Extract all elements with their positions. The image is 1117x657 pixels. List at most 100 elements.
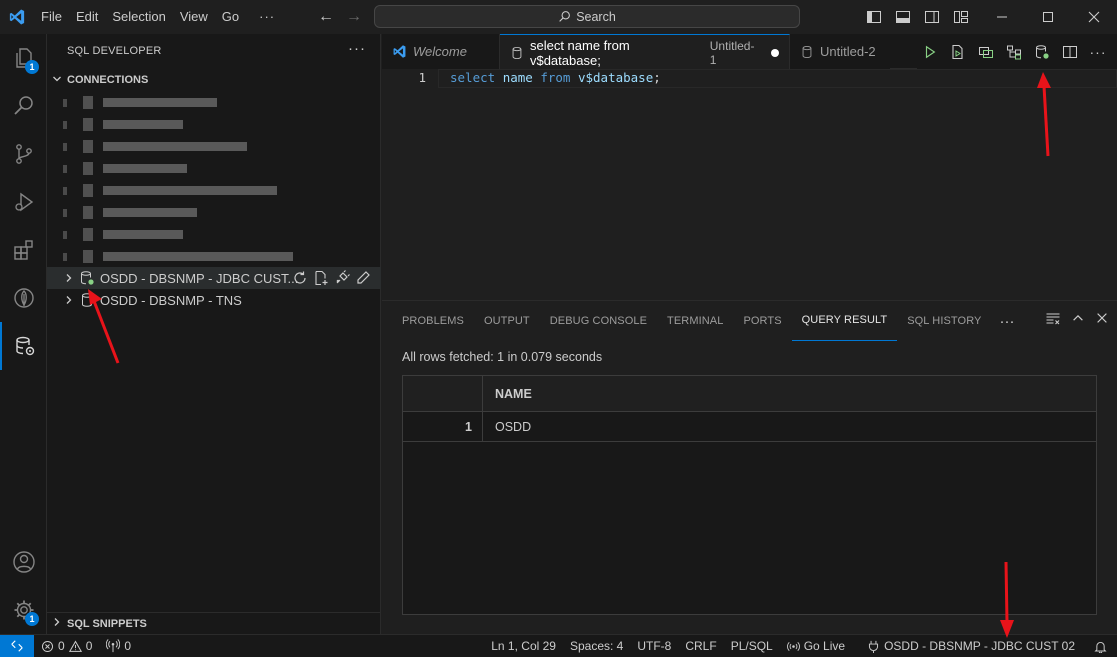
panel-more-button[interactable]: ··· <box>991 313 1022 330</box>
redacted-connection-row[interactable] <box>47 201 381 223</box>
explorer-icon[interactable]: 1 <box>0 34 47 82</box>
database-file-icon <box>802 45 812 58</box>
accounts-icon[interactable] <box>0 538 47 586</box>
disconnect-plug-icon[interactable] <box>334 270 350 286</box>
connection-item-jdbc[interactable]: OSDD - DBSNMP - JDBC CUST... <box>47 267 381 289</box>
toggle-sidebar-icon[interactable] <box>859 0 888 34</box>
cursor-position[interactable]: Ln 1, Col 29 <box>484 639 563 653</box>
column-header-name[interactable]: NAME <box>495 387 532 401</box>
redacted-connection-row[interactable] <box>47 91 381 113</box>
sql-developer-sidebar: SQL DEVELOPER ··· CONNECTIONS OSDD - DBS… <box>47 34 381 634</box>
connection-item-tns[interactable]: OSDD - DBSNMP - TNS <box>47 289 381 311</box>
end-of-line[interactable]: CRLF <box>678 639 723 653</box>
autotrace-icon[interactable] <box>1001 40 1027 64</box>
new-sql-file-icon[interactable] <box>313 270 329 286</box>
panel-tab-problems[interactable]: PROBLEMS <box>392 301 474 341</box>
redacted-connection-row[interactable] <box>47 223 381 245</box>
tab-label: Untitled-2 <box>820 44 876 59</box>
notifications-bell-icon[interactable] <box>1082 640 1117 653</box>
toggle-secondary-sidebar-icon[interactable] <box>917 0 946 34</box>
sidebar-title: SQL DEVELOPER <box>67 45 162 57</box>
explain-plan-icon[interactable] <box>973 40 999 64</box>
problems-status[interactable]: 0 0 <box>34 639 99 653</box>
sql-developer-icon[interactable] <box>0 322 47 370</box>
cell-name[interactable]: OSDD <box>495 420 531 434</box>
toggle-panel-icon[interactable] <box>888 0 917 34</box>
bottom-panel: PROBLEMS OUTPUT DEBUG CONSOLE TERMINAL PORTS… <box>382 300 1117 634</box>
menu-edit[interactable]: Edit <box>69 0 105 34</box>
ports-status[interactable]: 0 <box>99 639 138 653</box>
vscode-logo-icon <box>0 0 34 34</box>
editor-actions: ··· <box>917 34 1117 69</box>
database-file-icon <box>512 46 522 59</box>
table-row[interactable]: 1 OSDD <box>403 412 1096 442</box>
language-mode[interactable]: PL/SQL <box>724 639 780 653</box>
tab-label: select name from v$database; <box>529 37 630 68</box>
panel-tab-debug-console[interactable]: DEBUG CONSOLE <box>540 301 657 341</box>
manage-badge: 1 <box>25 612 39 626</box>
forward-arrow-icon[interactable]: → <box>344 8 364 26</box>
remote-indicator-icon[interactable] <box>0 635 34 657</box>
sidebar-more-button[interactable]: ··· <box>348 40 366 57</box>
tab-welcome[interactable]: Welcome <box>382 34 500 69</box>
menu-more-button[interactable]: ··· <box>252 0 282 34</box>
customize-layout-icon[interactable] <box>946 0 975 34</box>
edit-pencil-icon[interactable] <box>355 270 371 286</box>
active-connection-status[interactable]: OSDD - DBSNMP - JDBC CUST 02 <box>860 639 1082 653</box>
code-line[interactable]: select name from v$database; <box>450 70 661 85</box>
close-panel-icon[interactable] <box>1095 311 1109 325</box>
menu-file[interactable]: File <box>34 0 69 34</box>
panel-tab-ports[interactable]: PORTS <box>733 301 791 341</box>
encoding[interactable]: UTF-8 <box>630 639 678 653</box>
clear-results-icon[interactable] <box>1045 310 1061 326</box>
refresh-icon[interactable] <box>292 270 308 286</box>
connection-label: OSDD - DBSNMP - JDBC CUST... <box>100 270 299 286</box>
close-window-icon[interactable] <box>1071 0 1117 34</box>
redacted-connection-row[interactable] <box>47 135 381 157</box>
indentation[interactable]: Spaces: 4 <box>563 639 630 653</box>
editor-more-icon[interactable]: ··· <box>1085 40 1111 64</box>
back-arrow-icon[interactable]: ← <box>316 8 336 26</box>
run-script-icon[interactable] <box>945 40 971 64</box>
search-icon <box>559 11 571 22</box>
error-icon <box>41 640 54 652</box>
command-center-search[interactable]: Search <box>374 5 800 28</box>
search-view-icon[interactable] <box>0 82 47 130</box>
manage-gear-icon[interactable]: 1 <box>0 586 47 634</box>
database-leaf-icon[interactable] <box>0 274 47 322</box>
panel-tab-output[interactable]: OUTPUT <box>474 301 540 341</box>
row-number: 1 <box>465 420 472 434</box>
redacted-connection-row[interactable] <box>47 113 381 135</box>
extensions-icon[interactable] <box>0 226 47 274</box>
split-editor-icon[interactable] <box>1057 40 1083 64</box>
menu-selection[interactable]: Selection <box>105 0 172 34</box>
panel-tab-sql-history[interactable]: SQL HISTORY <box>897 301 991 341</box>
tab-untitled-2[interactable]: Untitled-2 <box>790 34 890 69</box>
run-debug-icon[interactable] <box>0 178 47 226</box>
sql-snippets-header-label: SQL SNIPPETS <box>67 617 147 630</box>
search-label: Search <box>576 9 616 24</box>
panel-tab-query-result[interactable]: QUERY RESULT <box>791 301 898 341</box>
select-connection-icon[interactable] <box>1029 40 1055 64</box>
redacted-connection-row[interactable] <box>47 245 381 267</box>
menu-view[interactable]: View <box>173 0 215 34</box>
sql-snippets-section-header[interactable]: SQL SNIPPETS <box>47 612 381 634</box>
maximize-panel-icon[interactable] <box>1071 311 1085 325</box>
maximize-icon[interactable] <box>1025 0 1071 34</box>
source-control-icon[interactable] <box>0 130 47 178</box>
navigation-arrows: ← → <box>316 0 364 34</box>
error-count: 0 <box>58 639 65 653</box>
minimize-icon[interactable] <box>979 0 1025 34</box>
redacted-connection-row[interactable] <box>47 179 381 201</box>
go-live-button[interactable]: Go Live <box>780 639 852 653</box>
connections-section-header[interactable]: CONNECTIONS <box>47 69 381 91</box>
menu-go[interactable]: Go <box>215 0 246 34</box>
run-query-icon[interactable] <box>917 40 943 64</box>
redacted-connection-row[interactable] <box>47 157 381 179</box>
panel-tab-terminal[interactable]: TERMINAL <box>657 301 733 341</box>
window-controls <box>859 0 1117 34</box>
sql-editor[interactable]: 1 select name from v$database; <box>382 69 1117 300</box>
unsaved-dot-icon[interactable] <box>771 48 779 57</box>
query-result-grid[interactable]: NAME 1 OSDD <box>402 375 1097 615</box>
tab-untitled-1[interactable]: select name from v$database; Untitled-1 <box>500 34 790 70</box>
